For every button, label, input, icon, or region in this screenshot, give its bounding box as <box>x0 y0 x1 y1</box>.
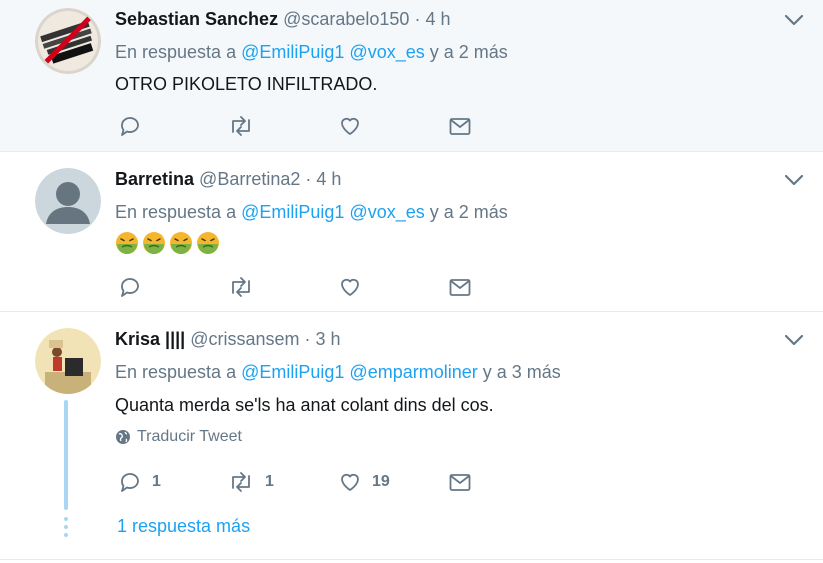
tweet-actions <box>115 272 535 302</box>
timestamp[interactable]: 4 h <box>425 9 450 29</box>
direct-message-button[interactable] <box>448 272 472 302</box>
tweet-1[interactable]: Sebastian Sanchez @scarabelo150 · 4 h En… <box>0 0 823 152</box>
nauseated-face-emoji <box>143 232 165 255</box>
chevron-down-icon[interactable] <box>783 332 805 348</box>
tweet-header: Krisa |||| @crissansem · 3 h <box>115 327 341 351</box>
reply-suffix[interactable]: y a 3 más <box>483 362 561 382</box>
nauseated-face-emoji <box>170 232 192 255</box>
mention-link[interactable]: @vox_es <box>349 202 424 222</box>
tweet-actions: 1 1 19 <box>115 467 535 497</box>
separator-dot: · <box>305 169 312 189</box>
like-icon <box>341 473 359 491</box>
mention-link[interactable]: @EmiliPuig1 <box>241 202 344 222</box>
timestamp[interactable]: 3 h <box>316 329 341 349</box>
message-icon <box>449 118 471 135</box>
reply-button[interactable] <box>118 272 142 302</box>
retweet-button[interactable] <box>227 272 255 302</box>
reply-suffix[interactable]: y a 2 más <box>430 42 508 62</box>
user-handle[interactable]: @Barretina2 <box>199 169 300 189</box>
like-icon <box>341 278 359 296</box>
retweet-icon <box>232 116 250 136</box>
translate-tweet-link[interactable]: Traducir Tweet <box>115 428 242 446</box>
reply-icon <box>121 278 139 297</box>
timestamp[interactable]: 4 h <box>316 169 341 189</box>
user-handle[interactable]: @crissansem <box>190 329 299 349</box>
reply-button[interactable]: 1 <box>118 467 161 497</box>
avatar[interactable] <box>35 328 101 394</box>
globe-icon <box>116 430 130 444</box>
tweet-header: Sebastian Sanchez @scarabelo150 · 4 h <box>115 7 451 31</box>
message-icon <box>449 279 471 296</box>
retweet-button[interactable] <box>227 111 255 141</box>
like-button[interactable] <box>338 111 362 141</box>
nauseated-face-emoji <box>116 232 138 255</box>
user-name[interactable]: Sebastian Sanchez <box>115 9 278 29</box>
retweet-icon <box>232 472 250 492</box>
reply-context: En respuesta a @EmiliPuig1 @emparmoliner… <box>115 360 561 384</box>
reply-prefix: En respuesta a <box>115 42 237 62</box>
like-button[interactable] <box>338 272 362 302</box>
retweet-count: 1 <box>265 473 274 490</box>
tweet-2[interactable]: Barretina @Barretina2 · 4 h En respuesta… <box>0 152 823 312</box>
direct-message-button[interactable] <box>448 111 472 141</box>
mention-link[interactable]: @vox_es <box>349 42 424 62</box>
reply-prefix: En respuesta a <box>115 202 237 222</box>
reply-context: En respuesta a @EmiliPuig1 @vox_es y a 2… <box>115 40 508 64</box>
like-button[interactable]: 19 <box>338 467 390 497</box>
thread-line <box>64 400 68 510</box>
message-icon <box>449 474 471 491</box>
avatar[interactable] <box>35 8 101 74</box>
user-name[interactable]: Barretina <box>115 169 194 189</box>
mention-link[interactable]: @EmiliPuig1 <box>241 362 344 382</box>
tweet-header: Barretina @Barretina2 · 4 h <box>115 167 341 191</box>
more-replies-link[interactable]: 1 respuesta más <box>117 516 250 537</box>
thread-dots <box>64 517 68 541</box>
retweet-button[interactable]: 1 <box>227 467 274 497</box>
reply-prefix: En respuesta a <box>115 362 237 382</box>
tweet-3[interactable]: Krisa |||| @crissansem · 3 h En respuest… <box>0 312 823 560</box>
like-count: 19 <box>372 473 390 490</box>
separator-dot: · <box>414 9 421 29</box>
retweet-icon <box>232 277 250 297</box>
reply-icon <box>121 117 139 136</box>
reply-button[interactable] <box>118 111 142 141</box>
nauseated-face-emoji <box>197 232 219 255</box>
separator-dot: · <box>304 329 311 349</box>
user-handle[interactable]: @scarabelo150 <box>283 9 409 29</box>
mention-link[interactable]: @emparmoliner <box>349 362 477 382</box>
mention-link[interactable]: @EmiliPuig1 <box>241 42 344 62</box>
reply-context: En respuesta a @EmiliPuig1 @vox_es y a 2… <box>115 200 508 224</box>
tweet-text <box>115 230 223 255</box>
chevron-down-icon[interactable] <box>783 172 805 188</box>
translate-label: Traducir Tweet <box>137 428 242 445</box>
tweet-text: Quanta merda se'ls ha anat colant dins d… <box>115 395 494 415</box>
user-name[interactable]: Krisa |||| <box>115 329 185 349</box>
reply-icon <box>121 473 139 492</box>
reply-suffix[interactable]: y a 2 más <box>430 202 508 222</box>
like-icon <box>341 117 359 135</box>
tweet-actions <box>115 111 535 141</box>
chevron-down-icon[interactable] <box>783 12 805 28</box>
tweet-text: OTRO PIKOLETO INFILTRADO. <box>115 74 378 94</box>
direct-message-button[interactable] <box>448 467 472 497</box>
avatar[interactable] <box>35 168 101 234</box>
reply-count: 1 <box>152 473 161 490</box>
